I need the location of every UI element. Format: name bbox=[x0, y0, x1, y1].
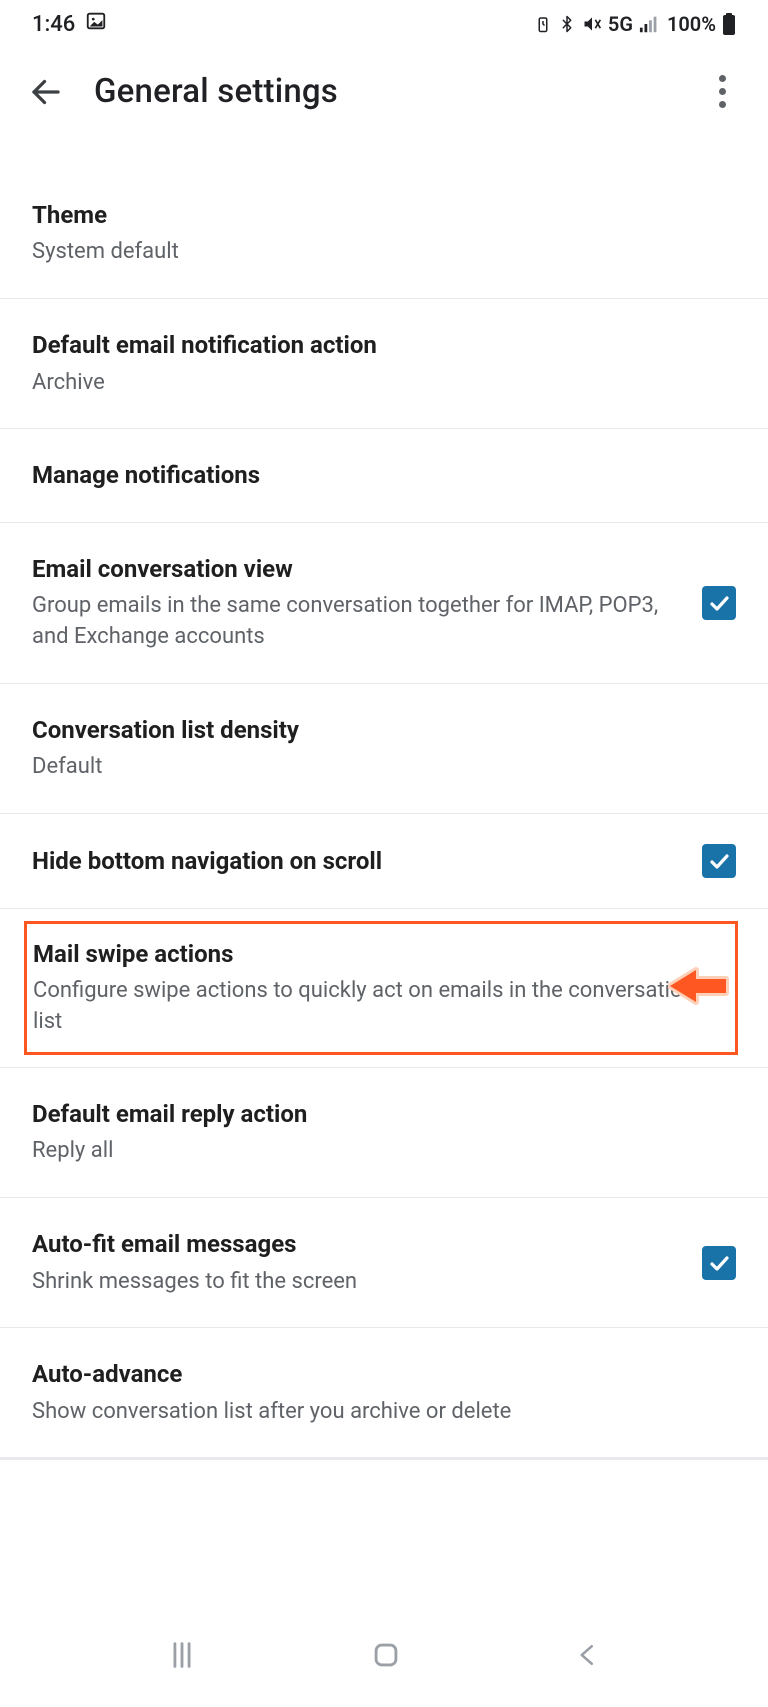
setting-title: Default email reply action bbox=[32, 1098, 736, 1130]
setting-title: Theme bbox=[32, 199, 736, 231]
setting-manage-notifications[interactable]: Manage notifications bbox=[0, 429, 768, 522]
settings-list: Theme System default Default email notif… bbox=[0, 163, 768, 1460]
setting-hide-bottom-nav[interactable]: Hide bottom navigation on scroll bbox=[0, 814, 768, 909]
bluetooth-icon bbox=[558, 13, 576, 35]
mute-icon bbox=[582, 14, 602, 34]
system-nav-bar bbox=[0, 1607, 768, 1707]
battery-icon bbox=[722, 13, 736, 35]
battery-percent: 100% bbox=[667, 12, 716, 36]
setting-default-reply-action[interactable]: Default email reply action Reply all bbox=[0, 1068, 768, 1198]
setting-title: Auto-fit email messages bbox=[32, 1228, 682, 1260]
autofit-checkbox[interactable] bbox=[702, 1246, 736, 1280]
network-type: 5G bbox=[608, 12, 633, 36]
setting-title: Default email notification action bbox=[32, 329, 736, 361]
setting-auto-fit-messages[interactable]: Auto-fit email messages Shrink messages … bbox=[0, 1198, 768, 1328]
setting-subtitle: Reply all bbox=[32, 1136, 736, 1167]
conversation-view-checkbox[interactable] bbox=[702, 586, 736, 620]
status-time: 1:46 bbox=[32, 12, 75, 37]
annotation-arrow-icon bbox=[668, 966, 730, 1010]
battery-saver-icon bbox=[534, 14, 552, 34]
setting-title: Email conversation view bbox=[32, 553, 682, 585]
setting-subtitle: Show conversation list after you archive… bbox=[32, 1397, 736, 1428]
app-header: General settings bbox=[0, 44, 768, 143]
setting-mail-swipe-actions[interactable]: Mail swipe actions Configure swipe actio… bbox=[0, 909, 768, 1068]
setting-subtitle: Group emails in the same conversation to… bbox=[32, 591, 682, 653]
setting-conversation-view[interactable]: Email conversation view Group emails in … bbox=[0, 523, 768, 684]
hide-nav-checkbox[interactable] bbox=[702, 844, 736, 878]
setting-title: Auto-advance bbox=[32, 1358, 736, 1390]
back-nav-button[interactable] bbox=[573, 1640, 603, 1674]
setting-default-notification-action[interactable]: Default email notification action Archiv… bbox=[0, 299, 768, 429]
signal-icon bbox=[639, 15, 661, 33]
setting-subtitle: Archive bbox=[32, 368, 736, 399]
recents-button[interactable] bbox=[165, 1638, 199, 1676]
back-button[interactable] bbox=[28, 74, 64, 110]
setting-subtitle: Shrink messages to fit the screen bbox=[32, 1267, 682, 1298]
setting-theme[interactable]: Theme System default bbox=[0, 163, 768, 299]
home-button[interactable] bbox=[369, 1638, 403, 1676]
overflow-menu-button[interactable] bbox=[704, 75, 740, 108]
setting-auto-advance[interactable]: Auto-advance Show conversation list afte… bbox=[0, 1328, 768, 1460]
setting-title: Hide bottom navigation on scroll bbox=[32, 845, 682, 877]
setting-title: Manage notifications bbox=[32, 459, 736, 491]
setting-subtitle: System default bbox=[32, 237, 736, 268]
image-icon bbox=[85, 10, 107, 38]
setting-subtitle: Default bbox=[32, 752, 736, 783]
setting-list-density[interactable]: Conversation list density Default bbox=[0, 684, 768, 814]
setting-subtitle: Configure swipe actions to quickly act o… bbox=[33, 976, 727, 1038]
setting-title: Mail swipe actions bbox=[33, 938, 727, 970]
status-bar: 1:46 5G 100% bbox=[0, 0, 768, 44]
page-title: General settings bbox=[94, 72, 674, 111]
setting-title: Conversation list density bbox=[32, 714, 736, 746]
